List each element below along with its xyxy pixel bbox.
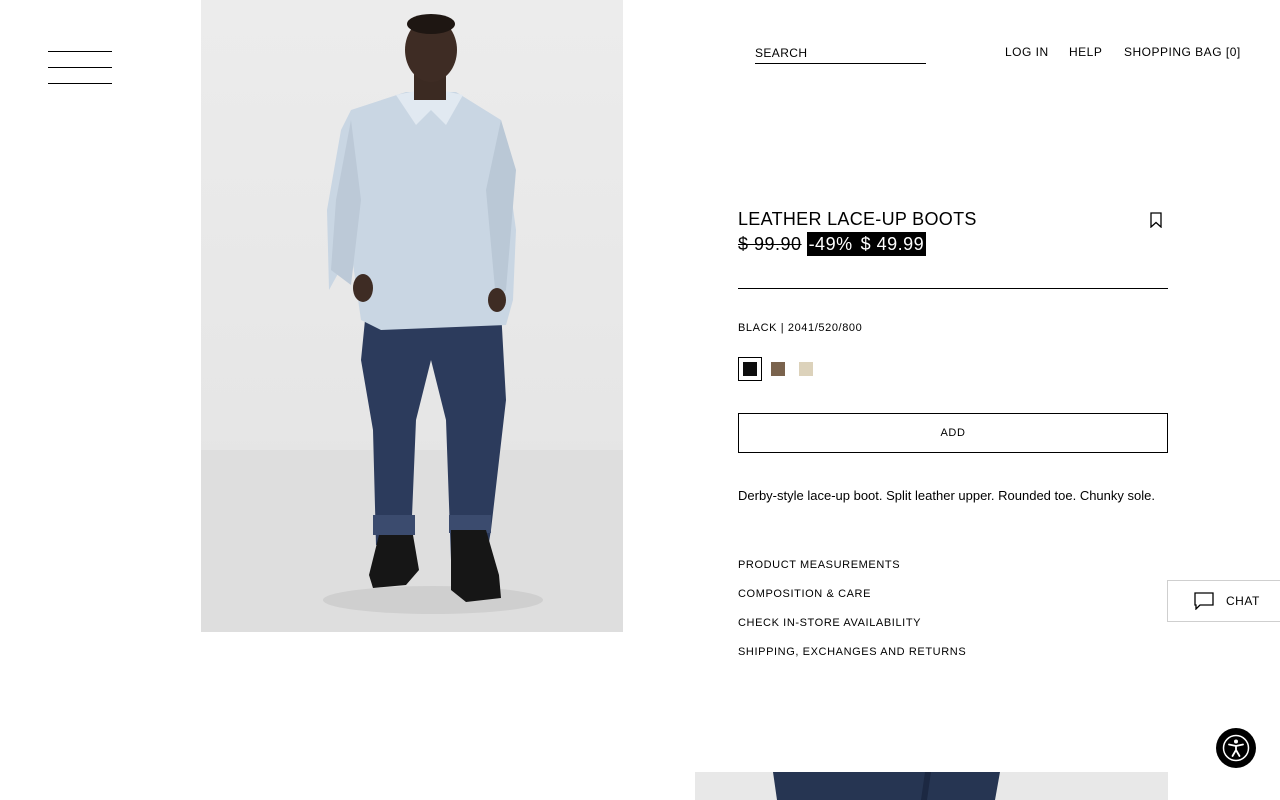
- reference-number: 2041/520/800: [787, 322, 863, 334]
- product-image-secondary[interactable]: [695, 772, 1168, 800]
- product-title: LEATHER LACE-UP BOOTS: [738, 209, 977, 229]
- hamburger-icon: [48, 51, 112, 52]
- hamburger-line: [48, 67, 112, 68]
- chat-bubble-icon: [1194, 592, 1214, 610]
- hamburger-line: [48, 83, 112, 84]
- color-swatch-black[interactable]: [738, 357, 762, 381]
- color-reference: BLACK | 2041/520/800: [738, 322, 862, 334]
- sale-price-badge: -49% $ 49.99: [806, 232, 927, 256]
- chat-button[interactable]: CHAT: [1167, 580, 1280, 622]
- accessibility-button[interactable]: [1216, 728, 1256, 768]
- store-availability-link[interactable]: CHECK IN-STORE AVAILABILITY: [738, 617, 921, 629]
- search-input[interactable]: [755, 44, 926, 62]
- accessibility-icon: [1222, 734, 1250, 762]
- help-link[interactable]: HELP: [1069, 45, 1102, 59]
- bookmark-icon[interactable]: [1149, 212, 1163, 228]
- color-name: BLACK: [738, 322, 778, 334]
- chat-label: CHAT: [1226, 594, 1260, 608]
- product-description: Derby-style lace-up boot. Split leather …: [738, 488, 1155, 503]
- original-price: $ 99.90: [738, 233, 802, 254]
- login-link[interactable]: LOG IN: [1005, 45, 1049, 59]
- jeans-photo: [695, 772, 1168, 800]
- model-photo: [201, 14, 623, 632]
- product-image-main[interactable]: [201, 0, 623, 632]
- color-swatch-beige[interactable]: [799, 362, 813, 376]
- shopping-bag-link[interactable]: SHOPPING BAG [0]: [1124, 45, 1241, 59]
- menu-button[interactable]: [48, 51, 112, 85]
- sale-price: $ 49.99: [860, 234, 925, 254]
- price-row: $ 99.90 -49% $ 49.99: [738, 232, 927, 256]
- product-measurements-link[interactable]: PRODUCT MEASUREMENTS: [738, 559, 900, 571]
- color-swatch-brown[interactable]: [771, 362, 785, 376]
- search-field[interactable]: [755, 44, 926, 64]
- add-to-bag-button[interactable]: ADD: [738, 413, 1168, 453]
- divider: [738, 288, 1168, 289]
- composition-care-link[interactable]: COMPOSITION & CARE: [738, 588, 871, 600]
- discount-percent: -49%: [808, 234, 853, 254]
- separator: |: [780, 322, 788, 334]
- shipping-returns-link[interactable]: SHIPPING, EXCHANGES AND RETURNS: [738, 646, 966, 658]
